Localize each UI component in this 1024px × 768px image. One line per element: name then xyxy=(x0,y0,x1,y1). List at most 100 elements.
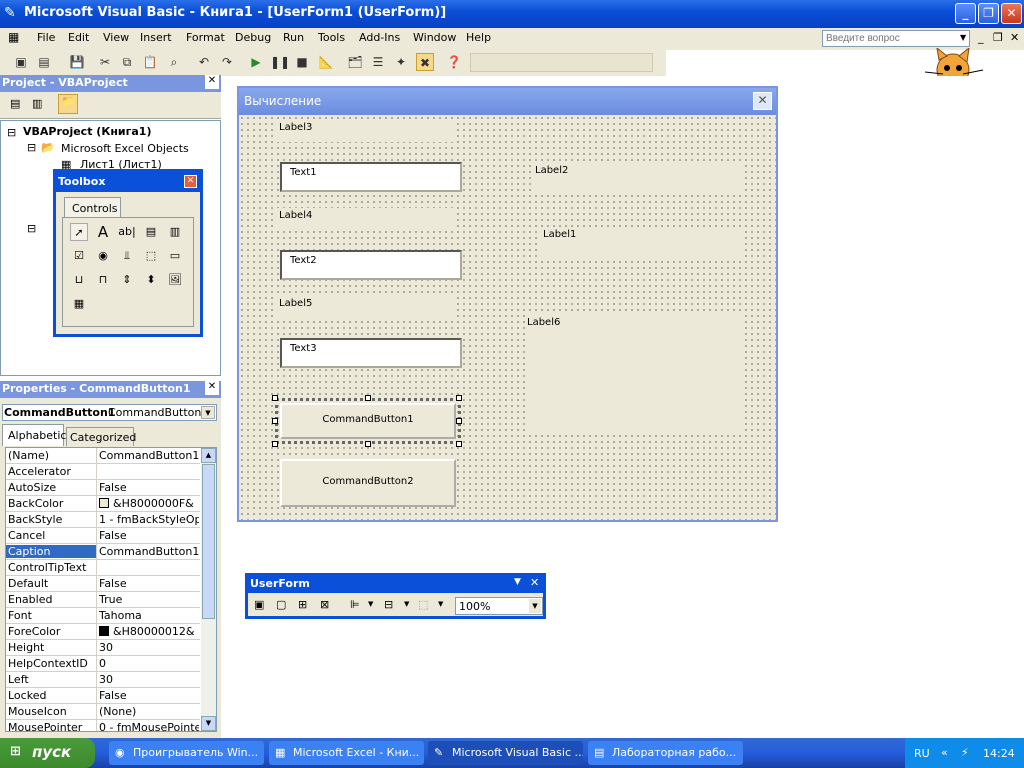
group-icon[interactable]: ⊞ xyxy=(298,598,307,611)
resize-handle[interactable] xyxy=(272,418,278,424)
property-row[interactable]: Enabled True xyxy=(6,592,200,608)
cut-icon[interactable]: ✂ xyxy=(96,53,114,71)
textbox-tool[interactable]: ab| xyxy=(118,223,136,241)
label4[interactable]: Label4 xyxy=(277,208,457,230)
align-dropdown-icon[interactable]: ▼ xyxy=(368,600,373,608)
menu-file[interactable]: File xyxy=(37,31,55,44)
center-dropdown-icon[interactable]: ▼ xyxy=(404,600,409,608)
toolbar-options-icon[interactable]: ▼ xyxy=(514,577,521,587)
property-value[interactable]: 1 - fmBackStyleOpaq xyxy=(99,513,199,526)
optionbutton-tool[interactable]: ◉ xyxy=(94,247,112,265)
label-tool[interactable]: A xyxy=(94,223,112,241)
property-row[interactable]: MouseIcon (None) xyxy=(6,704,200,720)
property-value[interactable]: &H80000012& xyxy=(99,625,199,638)
design-mode-icon[interactable]: 📐 xyxy=(317,53,335,71)
tray-expand-icon[interactable]: « xyxy=(941,746,948,759)
reset-icon[interactable]: ■ xyxy=(293,53,311,71)
property-value[interactable]: 30 xyxy=(99,673,199,686)
menu-format[interactable]: Format xyxy=(186,31,225,44)
property-value[interactable]: CommandButton1 xyxy=(99,545,199,558)
text2[interactable]: Text2 xyxy=(280,250,462,280)
label3[interactable]: Label3 xyxy=(277,120,457,142)
property-row[interactable]: Default False xyxy=(6,576,200,592)
property-row[interactable]: Locked False xyxy=(6,688,200,704)
project-close-icon[interactable]: ✕ xyxy=(205,75,219,89)
property-row[interactable]: ForeColor &H80000012& xyxy=(6,624,200,640)
commandbutton2[interactable]: CommandButton2 xyxy=(280,459,456,507)
language-indicator[interactable]: RU xyxy=(914,747,930,760)
resize-handle[interactable] xyxy=(456,418,462,424)
property-row[interactable]: Left 30 xyxy=(6,672,200,688)
mdi-restore-button[interactable]: ❐ xyxy=(993,31,1003,44)
property-value[interactable]: 0 xyxy=(99,657,199,670)
menu-debug[interactable]: Debug xyxy=(235,31,271,44)
menu-edit[interactable]: Edit xyxy=(68,31,89,44)
menu-addins[interactable]: Add-Ins xyxy=(359,31,400,44)
property-row[interactable]: MousePointer 0 - fmMousePointerD xyxy=(6,720,200,731)
property-row[interactable]: Caption CommandButton1 xyxy=(6,544,200,560)
task-word-doc[interactable]: ▤ Лабораторная рабо... xyxy=(588,741,743,765)
resize-handle[interactable] xyxy=(365,395,371,401)
view-code-icon[interactable]: ▤ xyxy=(10,97,20,110)
properties-window-icon[interactable]: ☰ xyxy=(369,53,387,71)
checkbox-tool[interactable]: ☑ xyxy=(70,247,88,265)
resize-handle[interactable] xyxy=(272,441,278,447)
property-value[interactable]: 30 xyxy=(99,641,199,654)
toggle-folders-icon[interactable]: 📁 xyxy=(58,94,78,114)
property-value[interactable]: False xyxy=(99,529,199,542)
multipage-tool[interactable]: ⊓ xyxy=(94,271,112,289)
mdi-minimize-button[interactable]: _ xyxy=(978,31,984,44)
ask-question-input[interactable] xyxy=(822,30,970,47)
ungroup-icon[interactable]: ⊠ xyxy=(320,598,329,611)
bring-to-front-icon[interactable]: ▣ xyxy=(254,598,264,611)
system-menu-icon[interactable]: ▦ xyxy=(8,30,19,44)
property-value[interactable]: Tahoma xyxy=(99,609,199,622)
scroll-thumb[interactable] xyxy=(202,464,215,619)
property-value[interactable]: False xyxy=(99,481,199,494)
break-icon[interactable]: ❚❚ xyxy=(270,53,290,71)
text1[interactable]: Text1 xyxy=(280,162,462,192)
run-icon[interactable]: ▶ xyxy=(247,53,265,71)
tree-expander[interactable]: ⊟ xyxy=(27,141,36,154)
property-value[interactable]: False xyxy=(99,577,199,590)
resize-handle[interactable] xyxy=(456,395,462,401)
zoom-select[interactable]: 100% ▼ xyxy=(455,597,543,615)
property-value[interactable]: (None) xyxy=(99,705,199,718)
scroll-down-icon[interactable]: ▼ xyxy=(201,716,216,731)
center-icon[interactable]: ⊟ xyxy=(384,598,393,611)
save-icon[interactable]: 💾 xyxy=(68,53,86,71)
menu-help[interactable]: Help xyxy=(466,31,491,44)
listbox-tool[interactable]: ▥ xyxy=(166,223,184,241)
label2[interactable]: Label2 xyxy=(533,163,741,193)
property-row[interactable]: HelpContextID 0 xyxy=(6,656,200,672)
refedit-tool[interactable]: ▦ xyxy=(70,295,88,313)
menu-view[interactable]: View xyxy=(103,31,129,44)
combobox-tool[interactable]: ▤ xyxy=(142,223,160,241)
chevron-down-icon[interactable]: ▼ xyxy=(529,599,541,613)
properties-close-icon[interactable]: ✕ xyxy=(205,381,219,395)
property-value[interactable]: False xyxy=(99,689,199,702)
resize-handle[interactable] xyxy=(365,441,371,447)
redo-icon[interactable]: ↷ xyxy=(218,53,236,71)
insert-userform-icon[interactable]: ▤ xyxy=(35,53,53,71)
tree-item-vbaproject[interactable]: VBAProject (Книга1) xyxy=(23,125,151,138)
object-selector[interactable]: CommandButton1 CommandButton ▼ xyxy=(2,404,217,421)
userform-toolbar-close-icon[interactable]: ✕ xyxy=(530,576,539,589)
property-value[interactable]: &H8000000F& xyxy=(99,497,199,510)
send-to-back-icon[interactable]: ▢ xyxy=(276,598,286,611)
select-objects-tool[interactable]: ➚ xyxy=(70,223,88,241)
mdi-close-button[interactable]: ✕ xyxy=(1010,31,1019,44)
tree-expander[interactable]: ⊟ xyxy=(7,126,16,139)
tab-alphabetic[interactable]: Alphabetic xyxy=(2,424,66,446)
menu-insert[interactable]: Insert xyxy=(140,31,172,44)
chevron-down-icon[interactable]: ▼ xyxy=(201,406,215,419)
align-icon[interactable]: ⊫ xyxy=(350,598,360,611)
menu-tools[interactable]: Tools xyxy=(318,31,345,44)
property-row[interactable]: BackStyle 1 - fmBackStyleOpaq xyxy=(6,512,200,528)
menu-run[interactable]: Run xyxy=(283,31,304,44)
label5[interactable]: Label5 xyxy=(277,296,457,318)
commandbutton-tool[interactable]: ▭ xyxy=(166,247,184,265)
userform-window[interactable]: Вычисление ✕ Label3 Text1 Label4 Text2 L… xyxy=(237,86,778,522)
scroll-up-icon[interactable]: ▲ xyxy=(201,448,216,463)
tree-expander[interactable]: ⊟ xyxy=(27,222,36,235)
